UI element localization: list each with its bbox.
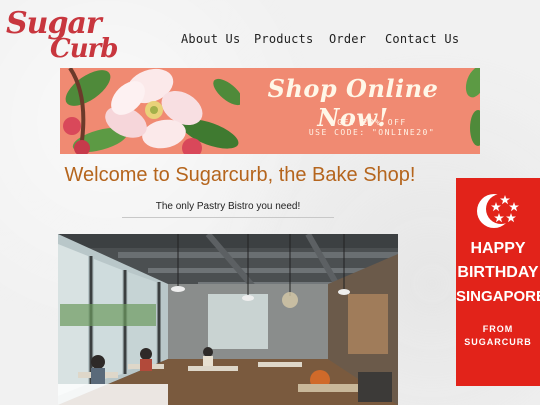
apple-blossom-illustration — [63, 68, 240, 154]
happy-birthday-singapore-ad[interactable]: HAPPY BIRTHDAY SINGAPORE FROM SUGARCURB — [456, 178, 540, 386]
cafe-interior-photo — [58, 234, 398, 405]
ad-text-sugarcurb: SUGARCURB — [464, 337, 532, 347]
banner-promo-code: USE CODE: "ONLINE20" — [308, 128, 436, 137]
nav-link-about-us[interactable]: About Us — [181, 32, 240, 46]
nav-link-order[interactable]: Order — [329, 32, 366, 46]
ad-text-happy: HAPPY — [470, 240, 526, 257]
page-title: Welcome to Sugarcurb, the Bake Shop! — [64, 164, 416, 186]
ad-text-birthday: BIRTHDAY — [457, 264, 539, 281]
tagline: The only Pastry Bistro you need! — [155, 201, 301, 212]
nav-link-products[interactable]: Products — [254, 32, 313, 46]
shop-online-banner[interactable]: Shop Online Now! GET 20% OFF USE CODE: "… — [60, 68, 480, 154]
ad-text-singapore: SINGAPORE — [456, 288, 540, 305]
divider — [122, 217, 334, 218]
banner-promo-discount: GET 20% OFF — [337, 118, 407, 127]
main-navigation: About Us Products Order Contact Us — [0, 32, 540, 50]
crescent-stars-icon — [477, 194, 519, 228]
ad-text-from: FROM — [482, 324, 514, 334]
nav-link-contact-us[interactable]: Contact Us — [385, 32, 459, 46]
